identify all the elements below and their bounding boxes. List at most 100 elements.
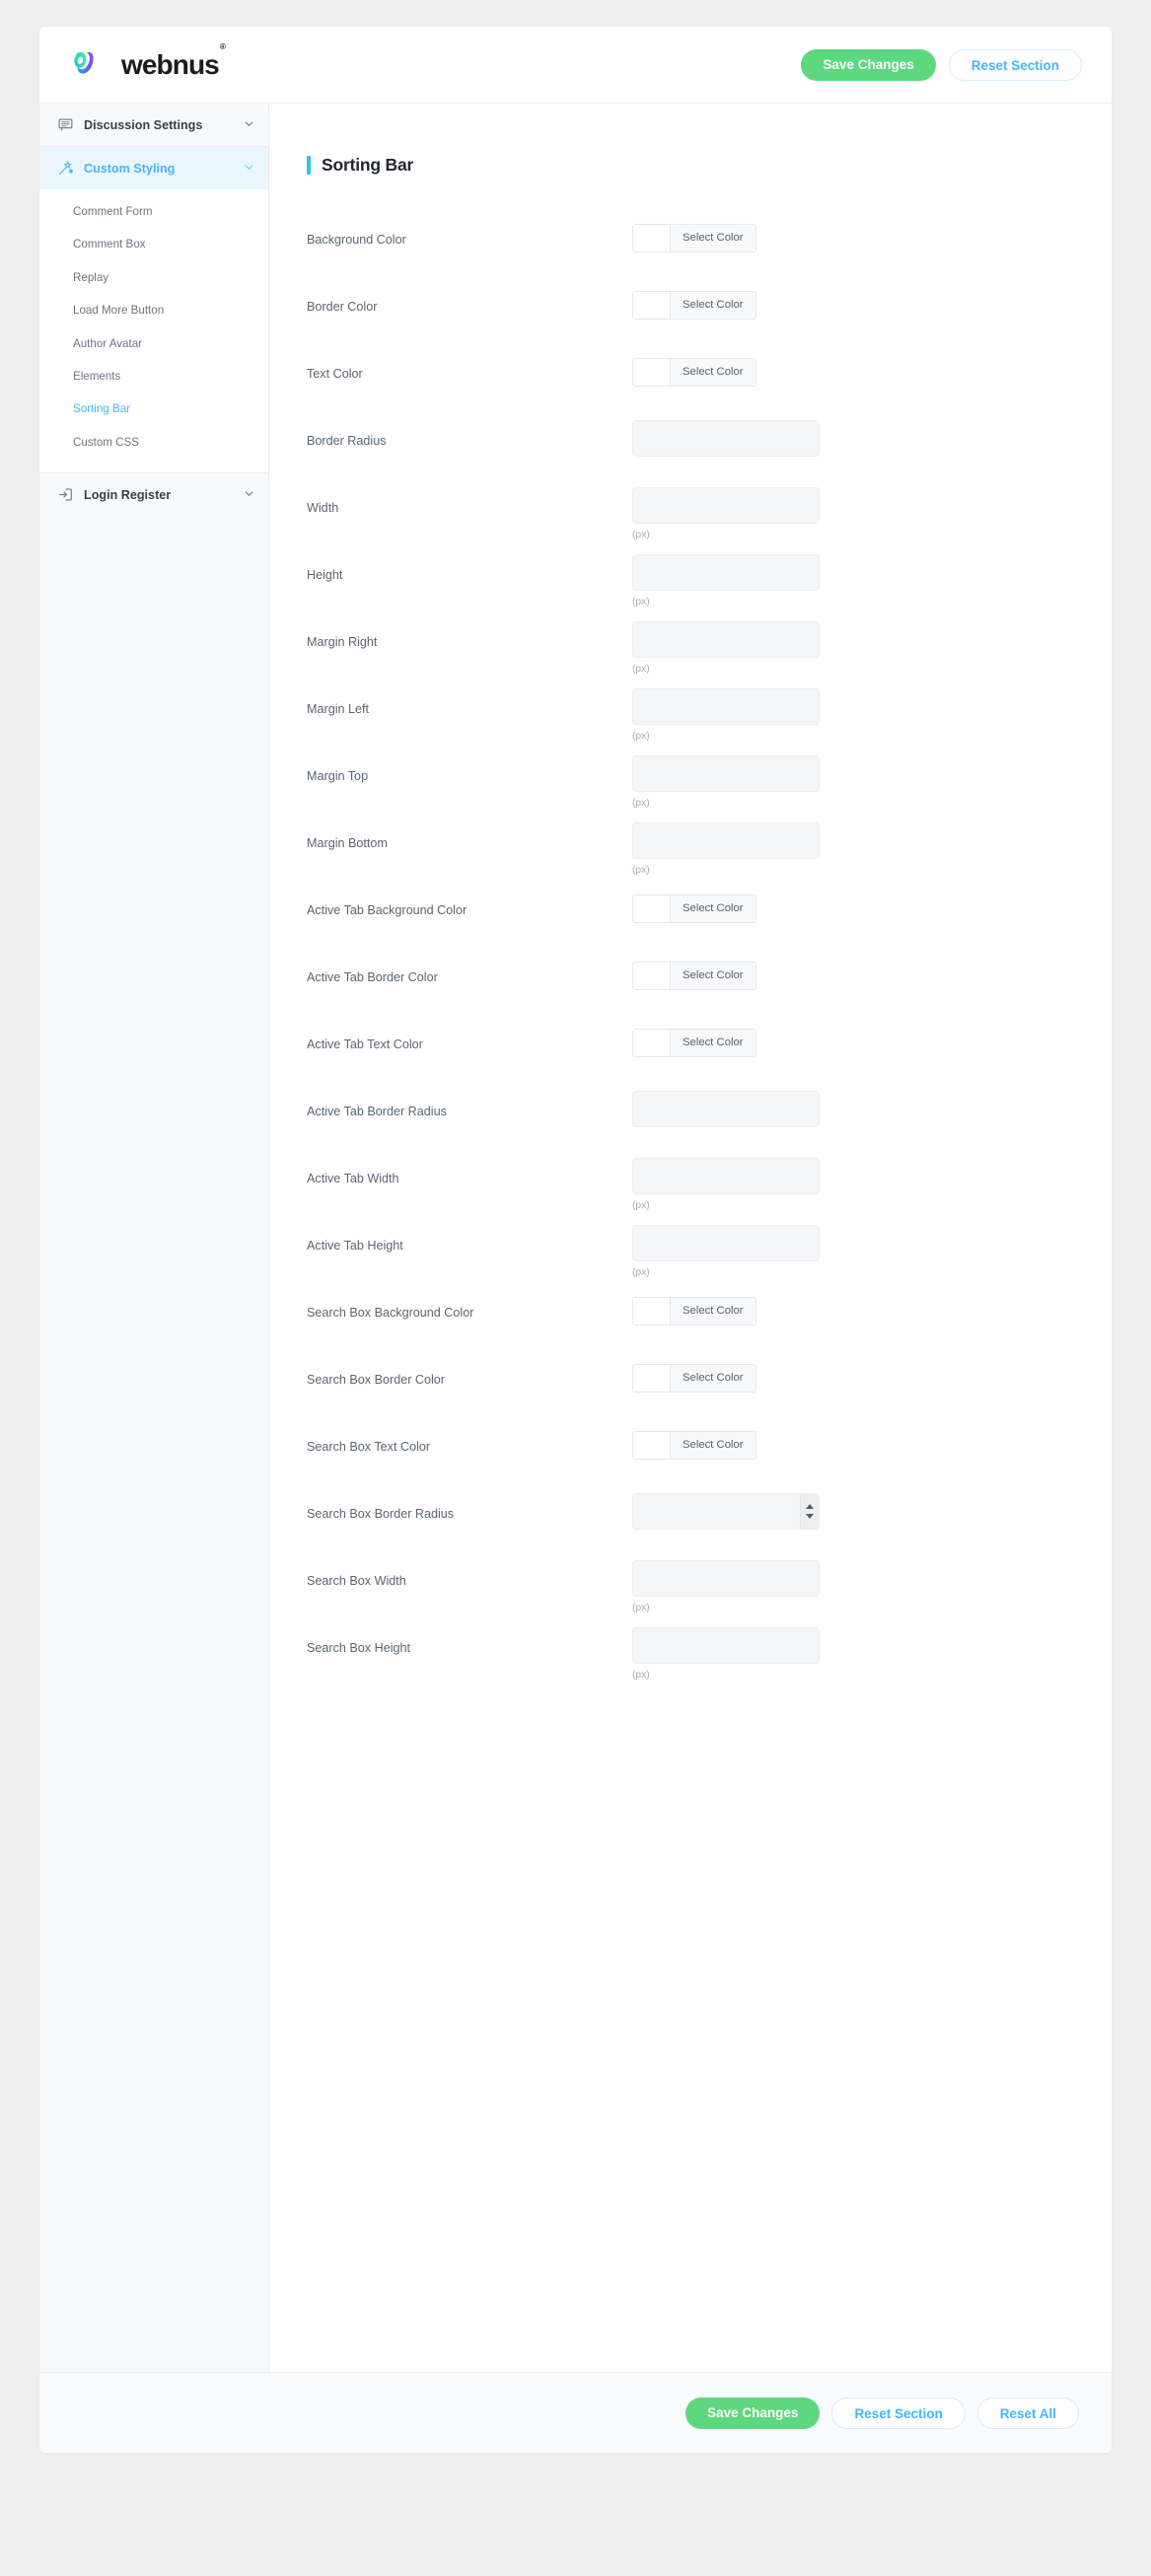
select-color-label[interactable]: Select Color [671, 1432, 755, 1459]
field-label-search-box-width: Search Box Width [307, 1574, 406, 1588]
field-row-border-color: Border Color Select Color [307, 286, 1072, 353]
field-control-width: (px) [632, 487, 1064, 540]
sidebar-group: Login Register [39, 473, 268, 516]
color-swatch[interactable] [633, 1030, 671, 1056]
color-swatch[interactable] [633, 359, 671, 386]
color-picker-active-tab-text-color[interactable]: Select Color [632, 1029, 756, 1057]
color-picker-search-box-border-color[interactable]: Select Color [632, 1364, 756, 1393]
sidebar-subitem-comment-box[interactable]: Comment Box [39, 228, 268, 260]
color-swatch[interactable] [633, 1365, 671, 1392]
input-search-box-width[interactable] [632, 1560, 820, 1597]
field-row-search-box-border-color: Search Box Border Color Select Color [307, 1359, 1072, 1426]
field-row-active-tab-height: Active Tab Height (px) [307, 1225, 1072, 1292]
select-color-label[interactable]: Select Color [671, 359, 755, 386]
input-height[interactable] [632, 554, 820, 591]
sidebar-subnav: Comment Form Comment Box Replay Load More B… [39, 189, 268, 473]
field-row-active-tab-text-color: Active Tab Text Color Select Color [307, 1024, 1072, 1091]
sidebar-subitem-sorting-bar[interactable]: Sorting Bar [39, 393, 268, 425]
select-color-label[interactable]: Select Color [671, 292, 755, 319]
field-label-text-color: Text Color [307, 367, 363, 381]
page-root: webnus® Save Changes Reset Section Discu… [0, 0, 1151, 2576]
field-row-margin-left: Margin Left (px) [307, 688, 1072, 755]
select-color-label[interactable]: Select Color [671, 225, 755, 251]
save-changes-button-header[interactable]: Save Changes [801, 48, 936, 81]
field-control-active-tab-border-radius [632, 1091, 1064, 1127]
field-control-height: (px) [632, 554, 1064, 608]
sidebar-subitem-author-avatar[interactable]: Author Avatar [39, 327, 268, 360]
app-card: webnus® Save Changes Reset Section Discu… [39, 27, 1112, 2453]
field-control-search-box-text-color: Select Color [632, 1426, 1064, 1460]
magic-wand-icon [58, 161, 73, 176]
input-margin-left[interactable] [632, 688, 820, 725]
reset-all-button-footer[interactable]: Reset All [976, 2397, 1079, 2429]
input-active-tab-width[interactable] [632, 1158, 820, 1194]
input-margin-bottom[interactable] [632, 823, 820, 859]
color-swatch[interactable] [633, 1432, 671, 1459]
sidebar-subitem-replay[interactable]: Replay [39, 261, 268, 294]
color-swatch[interactable] [633, 292, 671, 319]
field-row-background-color: Background Color Select Color [307, 219, 1072, 286]
color-picker-border-color[interactable]: Select Color [632, 291, 756, 320]
sidebar-subitem-load-more-button[interactable]: Load More Button [39, 294, 268, 326]
unit-hint-active-tab-width: (px) [632, 1200, 650, 1211]
color-picker-search-box-text-color[interactable]: Select Color [632, 1431, 756, 1460]
select-color-label[interactable]: Select Color [671, 1365, 755, 1392]
color-swatch[interactable] [633, 895, 671, 922]
color-picker-search-box-background-color[interactable]: Select Color [632, 1297, 756, 1325]
field-label-margin-top: Margin Top [307, 769, 369, 783]
input-active-tab-height[interactable] [632, 1225, 820, 1261]
field-label-active-tab-height: Active Tab Height [307, 1239, 403, 1252]
color-picker-text-color[interactable]: Select Color [632, 358, 756, 387]
unit-hint-search-box-width: (px) [632, 1603, 650, 1613]
unit-hint-margin-bottom: (px) [632, 865, 650, 876]
color-swatch[interactable] [633, 225, 671, 251]
input-search-box-height[interactable] [632, 1627, 820, 1664]
spinner-down-icon[interactable] [806, 1514, 814, 1519]
select-color-label[interactable]: Select Color [671, 895, 755, 922]
color-picker-active-tab-border-color[interactable]: Select Color [632, 962, 756, 990]
select-color-label[interactable]: Select Color [671, 1030, 755, 1056]
reset-section-button-header[interactable]: Reset Section [948, 48, 1082, 81]
color-picker-background-color[interactable]: Select Color [632, 224, 756, 252]
field-control-text-color: Select Color [632, 353, 1064, 387]
brand: webnus® [73, 42, 226, 81]
save-changes-button-footer[interactable]: Save Changes [685, 2397, 821, 2429]
spinner-up-icon[interactable] [806, 1504, 814, 1509]
sidebar-item-login-register[interactable]: Login Register [39, 473, 268, 516]
input-active-tab-border-radius[interactable] [632, 1091, 820, 1127]
field-control-border-radius [632, 420, 1064, 457]
sidebar-subitem-custom-css[interactable]: Custom CSS [39, 426, 268, 459]
input-border-radius[interactable] [632, 420, 820, 457]
chevron-down-icon[interactable] [244, 162, 254, 176]
unit-hint-margin-top: (px) [632, 798, 650, 809]
color-swatch[interactable] [633, 963, 671, 989]
field-control-margin-bottom: (px) [632, 823, 1064, 876]
sidebar-subitem-comment-form[interactable]: Comment Form [39, 195, 268, 228]
input-margin-right[interactable] [632, 621, 820, 658]
number-spinner-search-box-border-radius[interactable] [800, 1494, 819, 1529]
input-search-box-border-radius[interactable] [632, 1493, 820, 1530]
field-row-width: Width (px) [307, 487, 1072, 554]
sidebar-group: Discussion Settings [39, 104, 268, 147]
reset-section-button-footer[interactable]: Reset Section [831, 2397, 966, 2429]
field-label-active-tab-border-color: Active Tab Border Color [307, 970, 438, 984]
color-swatch[interactable] [633, 1298, 671, 1324]
input-width[interactable] [632, 487, 820, 524]
sidebar: Discussion Settings Custom Styling Comment… [39, 104, 269, 2372]
sidebar-subitem-elements[interactable]: Elements [39, 360, 268, 393]
sidebar-item-label: Discussion Settings [84, 117, 203, 132]
color-picker-active-tab-background-color[interactable]: Select Color [632, 894, 756, 923]
field-row-active-tab-width: Active Tab Width (px) [307, 1158, 1072, 1225]
input-margin-top[interactable] [632, 755, 820, 792]
field-label-background-color: Background Color [307, 233, 406, 247]
chevron-down-icon[interactable] [244, 488, 254, 502]
field-label-margin-right: Margin Right [307, 635, 378, 649]
field-control-active-tab-width: (px) [632, 1158, 1064, 1211]
sidebar-item-custom-styling[interactable]: Custom Styling [39, 147, 268, 189]
select-color-label[interactable]: Select Color [671, 1298, 755, 1324]
chevron-down-icon[interactable] [244, 118, 254, 132]
field-label-search-box-border-color: Search Box Border Color [307, 1373, 445, 1387]
sidebar-item-discussion-settings[interactable]: Discussion Settings [39, 104, 268, 146]
select-color-label[interactable]: Select Color [671, 963, 755, 989]
field-label-search-box-border-radius: Search Box Border Radius [307, 1507, 455, 1521]
